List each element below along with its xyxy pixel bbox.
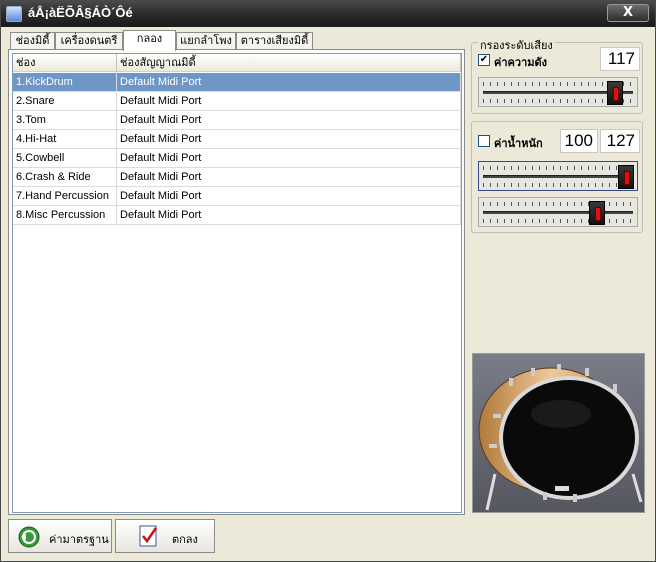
bass-drum-icon xyxy=(473,354,644,512)
table-row[interactable]: 1.KickDrum Default Midi Port xyxy=(13,73,461,92)
midi-port-name: Default Midi Port xyxy=(117,149,461,168)
drum-channel-name: 7.Hand Percussion xyxy=(13,187,117,206)
drum-channel-name: 5.Cowbell xyxy=(13,149,117,168)
default-button-label: ค่ามาตรฐาน xyxy=(49,534,109,546)
drum-channel-name: 3.Tom xyxy=(13,111,117,130)
window-title: áÅ¡àËÕÂ§ÁÒ´Ôé xyxy=(28,5,133,20)
ok-button-label: ตกลง xyxy=(172,534,198,546)
drum-channel-name: 2.Snare xyxy=(13,92,117,111)
weight-checkbox[interactable] xyxy=(478,135,490,147)
column-header-midi-port[interactable]: ช่องสัญญาณมิดี้ xyxy=(117,54,461,72)
midi-port-name: Default Midi Port xyxy=(117,168,461,187)
drum-channel-name: 6.Crash & Ride xyxy=(13,168,117,187)
slider-track xyxy=(483,211,633,214)
table-row[interactable]: 6.Crash & Ride Default Midi Port xyxy=(13,168,461,187)
table-row[interactable]: 7.Hand Percussion Default Midi Port xyxy=(13,187,461,206)
tab-drum[interactable]: กลอง xyxy=(123,30,176,51)
reset-arrow-icon xyxy=(18,526,40,548)
drum-channel-name: 4.Hi-Hat xyxy=(13,130,117,149)
volume-slider-thumb[interactable] xyxy=(607,81,623,105)
default-button[interactable]: ค่ามาตรฐาน xyxy=(8,519,112,553)
weight-high-value: 127 xyxy=(600,129,640,153)
column-header-channel[interactable]: ช่อง xyxy=(13,54,117,72)
title-bar[interactable]: áÅ¡àËÕÂ§ÁÒ´Ôé X xyxy=(1,1,655,27)
weight-label: ค่าน้ำหนัก xyxy=(494,137,543,150)
volume-slider[interactable] xyxy=(478,77,638,107)
midi-port-name: Default Midi Port xyxy=(117,130,461,149)
tab-midi-sound-table[interactable]: ตารางเสียงมิดี้ xyxy=(236,32,313,50)
tab-speaker-split[interactable]: แยกลำโพง xyxy=(176,32,236,50)
table-row[interactable]: 3.Tom Default Midi Port xyxy=(13,111,461,130)
main-window: áÅ¡àËÕÂ§ÁÒ´Ôé X ช่องมิดี้ เครื่องดนตรี ก… xyxy=(0,0,656,562)
checklist-icon xyxy=(139,525,158,547)
drum-channel-name: 8.Misc Percussion xyxy=(13,206,117,225)
table-row[interactable]: 2.Snare Default Midi Port xyxy=(13,92,461,111)
tab-midi-channel[interactable]: ช่องมิดี้ xyxy=(10,32,55,50)
weight-slider-top[interactable] xyxy=(478,161,638,191)
table-row[interactable]: 8.Misc Percussion Default Midi Port xyxy=(13,206,461,225)
volume-checkbox[interactable]: ✔ xyxy=(478,54,490,66)
ok-button[interactable]: ตกลง xyxy=(115,519,215,553)
volume-value: 117 xyxy=(600,47,640,71)
tab-instrument[interactable]: เครื่องดนตรี xyxy=(55,32,123,50)
weight-groupbox: ค่าน้ำหนัก 100 127 xyxy=(471,121,643,233)
drum-channel-list[interactable]: ช่อง ช่องสัญญาณมิดี้ 1.KickDrum Default M… xyxy=(12,53,462,513)
midi-port-name: Default Midi Port xyxy=(117,92,461,111)
weight-top-slider-thumb[interactable] xyxy=(618,165,634,189)
check-mark-icon: ✔ xyxy=(479,54,489,65)
slider-ticks xyxy=(483,183,633,187)
list-header: ช่อง ช่องสัญญาณมิดี้ xyxy=(13,54,461,72)
drum-image xyxy=(472,353,645,513)
slider-ticks xyxy=(483,202,633,206)
midi-port-name: Default Midi Port xyxy=(117,73,461,92)
drum-channel-name: 1.KickDrum xyxy=(13,73,117,92)
midi-port-name: Default Midi Port xyxy=(117,111,461,130)
slider-track xyxy=(483,175,633,178)
table-row[interactable]: 5.Cowbell Default Midi Port xyxy=(13,149,461,168)
drum-tab-panel: ช่อง ช่องสัญญาณมิดี้ 1.KickDrum Default M… xyxy=(8,49,465,515)
weight-low-value: 100 xyxy=(560,129,598,153)
app-icon xyxy=(6,6,22,22)
volume-label: ค่าความดัง xyxy=(494,56,548,69)
weight-slider-bottom[interactable] xyxy=(478,197,638,227)
filter-groupbox: กรองระดับเสียง ✔ ค่าความดัง 117 xyxy=(471,36,643,114)
weight-bottom-slider-thumb[interactable] xyxy=(589,201,605,225)
midi-port-name: Default Midi Port xyxy=(117,187,461,206)
slider-ticks xyxy=(483,166,633,170)
filter-legend: กรองระดับเสียง xyxy=(478,36,555,54)
slider-ticks xyxy=(483,219,633,223)
close-button[interactable]: X xyxy=(607,4,649,22)
table-row[interactable]: 4.Hi-Hat Default Midi Port xyxy=(13,130,461,149)
midi-port-name: Default Midi Port xyxy=(117,206,461,225)
